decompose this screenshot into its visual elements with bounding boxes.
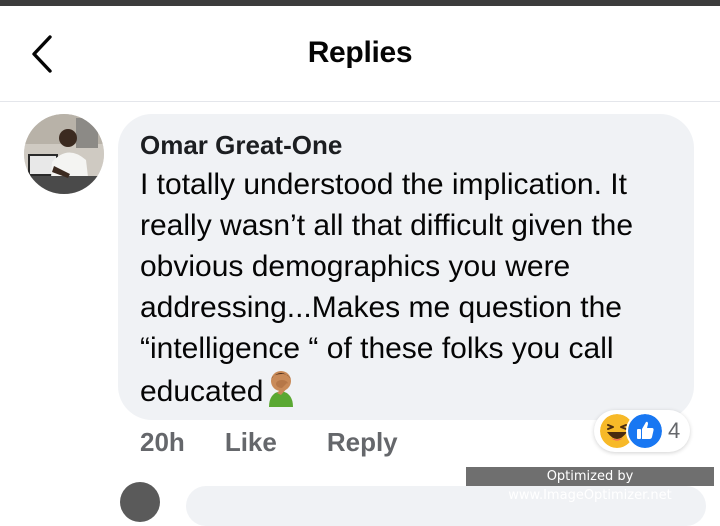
comment-body: I totally understood the implication. It… xyxy=(140,168,634,408)
comment-author[interactable]: Omar Great-One xyxy=(140,128,674,162)
avatar-photo xyxy=(24,114,104,194)
reactions-summary[interactable]: 4 xyxy=(594,410,691,452)
facepalm-emoji-icon xyxy=(265,369,299,418)
next-reply-avatar[interactable] xyxy=(120,482,160,522)
like-button[interactable]: Like xyxy=(225,427,277,458)
avatar[interactable] xyxy=(24,114,104,194)
reaction-count: 4 xyxy=(668,418,681,443)
like-reaction-icon xyxy=(626,412,664,450)
page-title: Replies xyxy=(307,36,413,69)
reply-button[interactable]: Reply xyxy=(327,427,398,458)
watermark-label: Optimized by www.ImageOptimizer.net xyxy=(466,467,714,503)
comment-actions: 20h Like Reply xyxy=(140,422,398,462)
comment-timestamp: 20h xyxy=(140,426,185,457)
comment-text: I totally understood the implication. It… xyxy=(140,164,680,418)
header-bar: Replies xyxy=(0,6,720,102)
comment-bubble[interactable]: Omar Great-One I totally understood the … xyxy=(118,114,694,420)
